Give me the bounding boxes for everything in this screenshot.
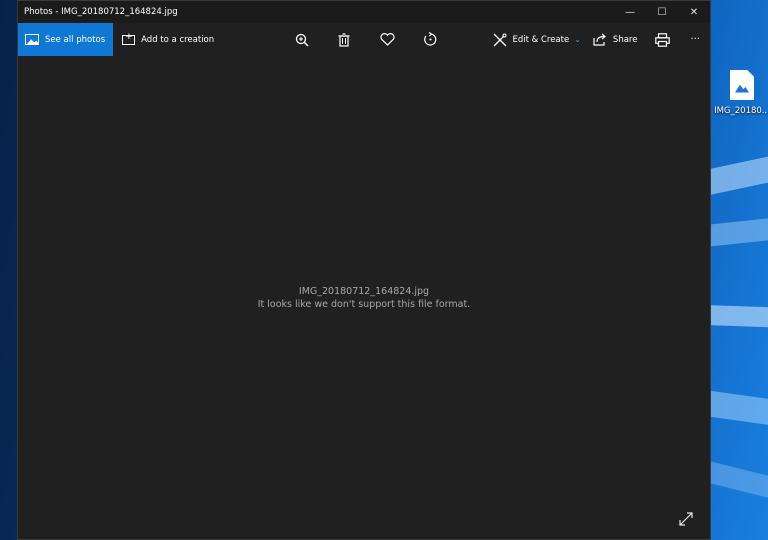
add-to-creation-button[interactable]: Add to a creation <box>113 32 215 45</box>
zoom-icon <box>295 33 309 47</box>
rotate-button[interactable] <box>419 23 441 56</box>
print-icon <box>655 32 671 47</box>
desktop-file-shortcut[interactable]: IMG_20180... <box>714 70 768 130</box>
delete-icon <box>338 32 350 47</box>
add-to-creation-label: Add to a creation <box>141 34 215 45</box>
close-button[interactable]: ✕ <box>678 1 710 23</box>
desktop-light-beam <box>705 305 768 330</box>
photos-icon <box>25 34 39 45</box>
toolbar: See all photos Add to a creation <box>18 23 710 56</box>
photo-viewer-area: IMG_20180712_164824.jpg It looks like we… <box>18 56 710 539</box>
toolbar-right-group: Edit & Create ⌄ Share ··· <box>487 23 710 56</box>
more-options-button[interactable]: ··· <box>682 23 710 56</box>
see-all-photos-label: See all photos <box>45 34 106 45</box>
share-label: Share <box>612 34 638 45</box>
chevron-down-icon: ⌄ <box>574 35 581 44</box>
title-bar[interactable]: Photos - IMG_20180712_164824.jpg — ☐ ✕ <box>18 1 710 23</box>
image-file-icon <box>730 70 754 100</box>
desktop-light-beam <box>705 460 768 512</box>
desktop-light-beam <box>705 144 768 196</box>
edit-create-icon <box>494 33 507 46</box>
add-creation-icon <box>122 32 136 45</box>
window-title: Photos - IMG_20180712_164824.jpg <box>24 7 178 17</box>
photos-window: Photos - IMG_20180712_164824.jpg — ☐ ✕ S… <box>17 0 711 540</box>
favorite-icon <box>379 33 395 46</box>
fullscreen-button[interactable] <box>678 511 694 527</box>
zoom-button[interactable] <box>292 23 312 56</box>
desktop-icon-label: IMG_20180... <box>714 106 768 116</box>
edit-create-button[interactable]: Edit & Create ⌄ <box>487 23 586 56</box>
expand-icon <box>679 512 693 526</box>
edit-create-label: Edit & Create <box>512 34 570 45</box>
share-button[interactable]: Share <box>587 23 644 56</box>
maximize-button[interactable]: ☐ <box>646 1 678 23</box>
print-button[interactable] <box>643 23 682 56</box>
desktop-light-beam <box>705 390 768 433</box>
minimize-button[interactable]: — <box>614 1 646 23</box>
favorite-button[interactable] <box>376 23 398 56</box>
rotate-icon <box>423 32 436 46</box>
see-all-photos-button[interactable]: See all photos <box>18 23 114 56</box>
delete-button[interactable] <box>334 23 354 56</box>
unsupported-format-message: It looks like we don't support this file… <box>257 298 471 310</box>
share-icon <box>593 33 606 46</box>
desktop-light-beam <box>705 212 768 247</box>
file-name-text: IMG_20180712_164824.jpg <box>298 285 430 297</box>
